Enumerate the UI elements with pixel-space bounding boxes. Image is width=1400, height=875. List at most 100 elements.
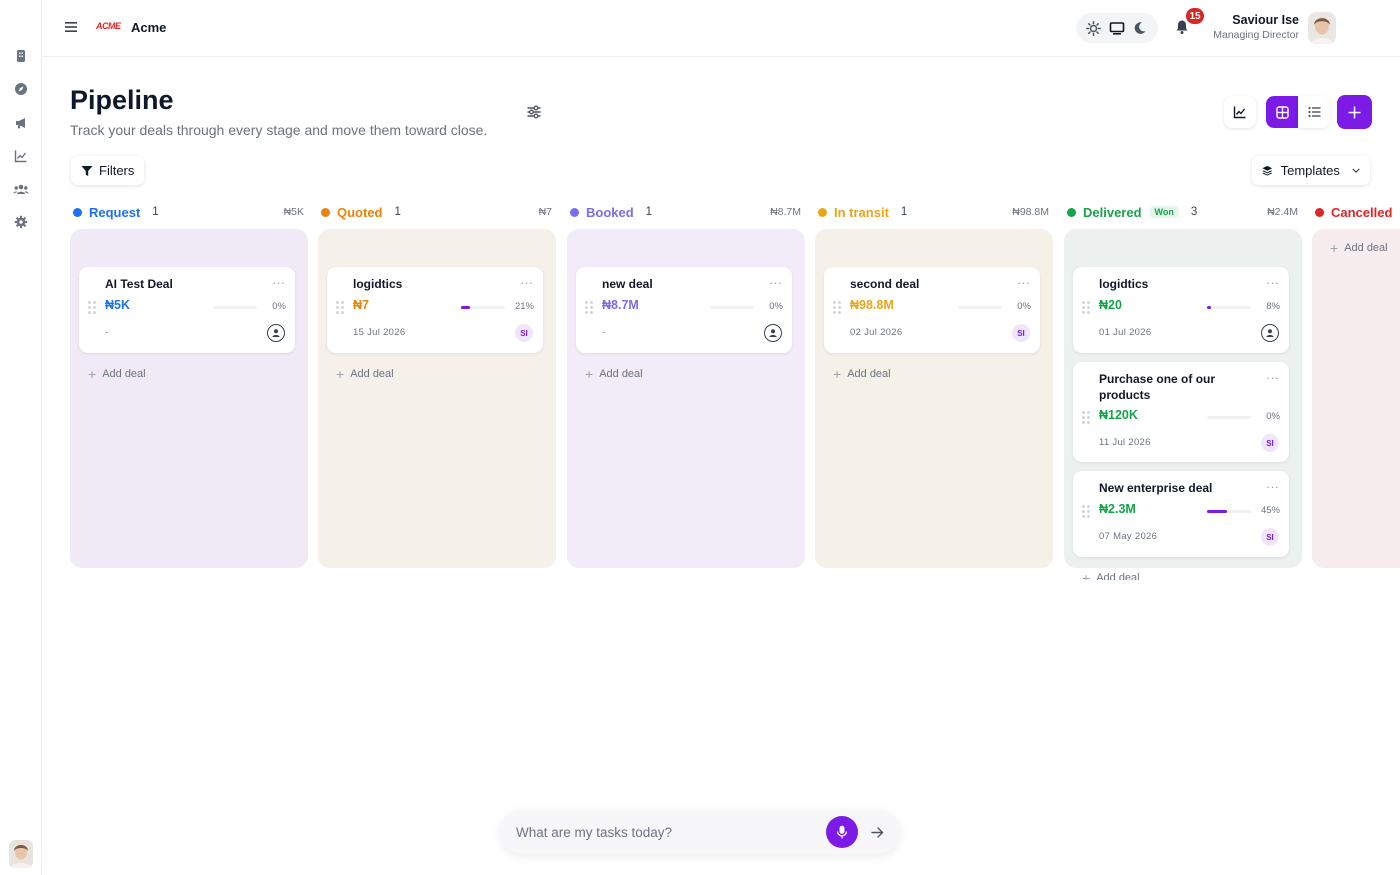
- drag-handle-icon[interactable]: [1082, 505, 1090, 518]
- stage-name: Cancelled: [1331, 204, 1393, 220]
- more-options-icon[interactable]: ···: [520, 275, 533, 290]
- stage-color-dot: [570, 207, 579, 217]
- column-header[interactable]: In transit 1 ₦98.8M: [815, 200, 1053, 224]
- add-deal-link[interactable]: + Add deal: [88, 365, 146, 382]
- unassigned-user-icon[interactable]: [764, 324, 782, 342]
- deal-title: New enterprise deal: [1099, 481, 1213, 495]
- notification-badge: 15: [1186, 8, 1204, 24]
- templates-dropdown[interactable]: Templates: [1252, 156, 1370, 185]
- megaphone-icon[interactable]: [13, 115, 29, 131]
- plus-icon: +: [1082, 569, 1091, 581]
- brand-logo[interactable]: ACME: [96, 21, 121, 31]
- add-deal-label: Add deal: [1344, 242, 1388, 254]
- pipeline-column: Request 1 ₦5K AI Test Deal ··· ₦5K 0% - + Add dea…: [70, 200, 308, 568]
- deal-card[interactable]: Purchase one of our products ··· ₦120K 0% 11…: [1073, 362, 1289, 462]
- stage-total-value: ₦8.7M: [770, 206, 801, 218]
- drag-handle-icon[interactable]: [336, 301, 344, 314]
- more-options-icon[interactable]: ···: [272, 275, 285, 290]
- microphone-icon: [836, 825, 848, 839]
- more-options-icon[interactable]: ···: [1017, 275, 1030, 290]
- board-view-button[interactable]: [1266, 96, 1298, 128]
- unassigned-user-icon[interactable]: [1261, 324, 1279, 342]
- add-deal-link[interactable]: + Add deal: [1082, 569, 1140, 581]
- system-mode-monitor-icon[interactable]: [1108, 19, 1126, 37]
- column-body: new deal ··· ₦8.7M 0% - + Add deal: [567, 229, 805, 568]
- microphone-button[interactable]: [826, 816, 858, 848]
- deal-progress-bar: [213, 306, 257, 309]
- add-deal-link[interactable]: + Add deal: [336, 367, 394, 381]
- owner-avatar[interactable]: SI: [1261, 528, 1279, 546]
- settings-gear-icon[interactable]: [13, 214, 29, 230]
- drag-handle-icon[interactable]: [1082, 301, 1090, 314]
- chart-view-button[interactable]: [1224, 96, 1256, 128]
- user-avatar-small[interactable]: [9, 840, 33, 868]
- deal-progress-percent: 0%: [769, 301, 783, 312]
- more-options-icon[interactable]: ···: [769, 275, 782, 290]
- pipeline-column: Quoted 1 ₦7 logidtics ··· ₦7 21% 15 Jul 2026 SI +…: [318, 200, 556, 568]
- drag-handle-icon[interactable]: [833, 301, 841, 314]
- add-deal-label: Add deal: [102, 368, 146, 380]
- deal-card[interactable]: New enterprise deal ··· ₦2.3M 45% 07 May 202…: [1073, 471, 1289, 557]
- owner-avatar[interactable]: SI: [1012, 324, 1030, 342]
- assistant-chat-input[interactable]: [516, 821, 816, 843]
- plus-icon: +: [88, 365, 97, 382]
- column-header[interactable]: Delivered Won 3 ₦2.4M: [1064, 200, 1302, 224]
- stage-deal-count: 1: [645, 206, 653, 218]
- filters-label: Filters: [99, 163, 135, 178]
- owner-avatar[interactable]: SI: [1261, 434, 1279, 452]
- users-icon[interactable]: [13, 181, 29, 197]
- column-header[interactable]: Cancelled: [1312, 200, 1400, 224]
- menu-icon[interactable]: [65, 20, 79, 36]
- plus-icon: [1348, 106, 1361, 118]
- deal-progress-percent: 45%: [1260, 505, 1280, 516]
- more-options-icon[interactable]: ···: [1266, 370, 1279, 385]
- deal-amount: ₦5K: [105, 298, 131, 312]
- column-header[interactable]: Request 1 ₦5K: [70, 200, 308, 224]
- light-mode-sun-icon[interactable]: [1085, 19, 1103, 37]
- add-deal-link[interactable]: + Add deal: [833, 367, 891, 381]
- trend-chart-icon[interactable]: [13, 148, 29, 164]
- deal-close-date: 15 Jul 2026: [353, 327, 406, 338]
- deal-close-date: 11 Jul 2026: [1099, 437, 1151, 448]
- plus-icon: +: [585, 365, 594, 382]
- deal-card[interactable]: logidtics ··· ₦20 8% 01 Jul 2026: [1073, 267, 1289, 353]
- column-header[interactable]: Quoted 1 ₦7: [318, 200, 556, 224]
- dark-mode-moon-icon[interactable]: [1131, 19, 1149, 37]
- user-name[interactable]: Saviour Ise: [1232, 13, 1299, 27]
- add-deal-link[interactable]: + Add deal: [1330, 241, 1388, 255]
- brand-name[interactable]: Acme: [131, 20, 166, 35]
- more-options-icon[interactable]: ···: [1266, 479, 1279, 494]
- deal-card[interactable]: logidtics ··· ₦7 21% 15 Jul 2026 SI: [327, 267, 543, 353]
- stage-name: Delivered: [1083, 204, 1142, 220]
- deal-progress-fill: [1207, 306, 1211, 309]
- deal-card[interactable]: new deal ··· ₦8.7M 0% -: [576, 267, 792, 353]
- pipeline-column: Cancelled + Add deal: [1312, 200, 1400, 568]
- stage-total-value: ₦7: [538, 206, 552, 218]
- unassigned-user-icon[interactable]: [267, 324, 285, 342]
- add-deal-button[interactable]: [1337, 95, 1372, 129]
- send-arrow-button[interactable]: [868, 823, 886, 841]
- stage-total-value: ₦98.8M: [1012, 206, 1049, 218]
- deal-card[interactable]: AI Test Deal ··· ₦5K 0% -: [79, 267, 295, 353]
- theme-toggle: [1076, 13, 1158, 43]
- owner-avatar[interactable]: SI: [515, 324, 533, 342]
- stage-name: Quoted: [337, 204, 383, 220]
- column-header[interactable]: Booked 1 ₦8.7M: [567, 200, 805, 224]
- user-avatar[interactable]: [1308, 12, 1336, 44]
- deal-card[interactable]: second deal ··· ₦98.8M 0% 02 Jul 2026 SI: [824, 267, 1040, 353]
- add-deal-label: Add deal: [350, 368, 394, 380]
- drag-handle-icon[interactable]: [88, 301, 96, 314]
- compass-icon[interactable]: [13, 81, 29, 97]
- stage-color-dot: [1315, 207, 1324, 217]
- more-options-icon[interactable]: ···: [1266, 275, 1279, 290]
- filters-button[interactable]: Filters: [71, 156, 145, 185]
- drag-handle-icon[interactable]: [1082, 411, 1090, 424]
- stage-color-dot: [73, 207, 82, 217]
- deal-close-date: 01 Jul 2026: [1099, 327, 1152, 338]
- page-title: Pipeline: [70, 85, 174, 115]
- list-view-button[interactable]: [1298, 96, 1330, 128]
- customize-sliders-icon[interactable]: [526, 104, 542, 120]
- drag-handle-icon[interactable]: [585, 301, 593, 314]
- building-icon[interactable]: [13, 48, 29, 64]
- add-deal-link[interactable]: + Add deal: [585, 365, 643, 382]
